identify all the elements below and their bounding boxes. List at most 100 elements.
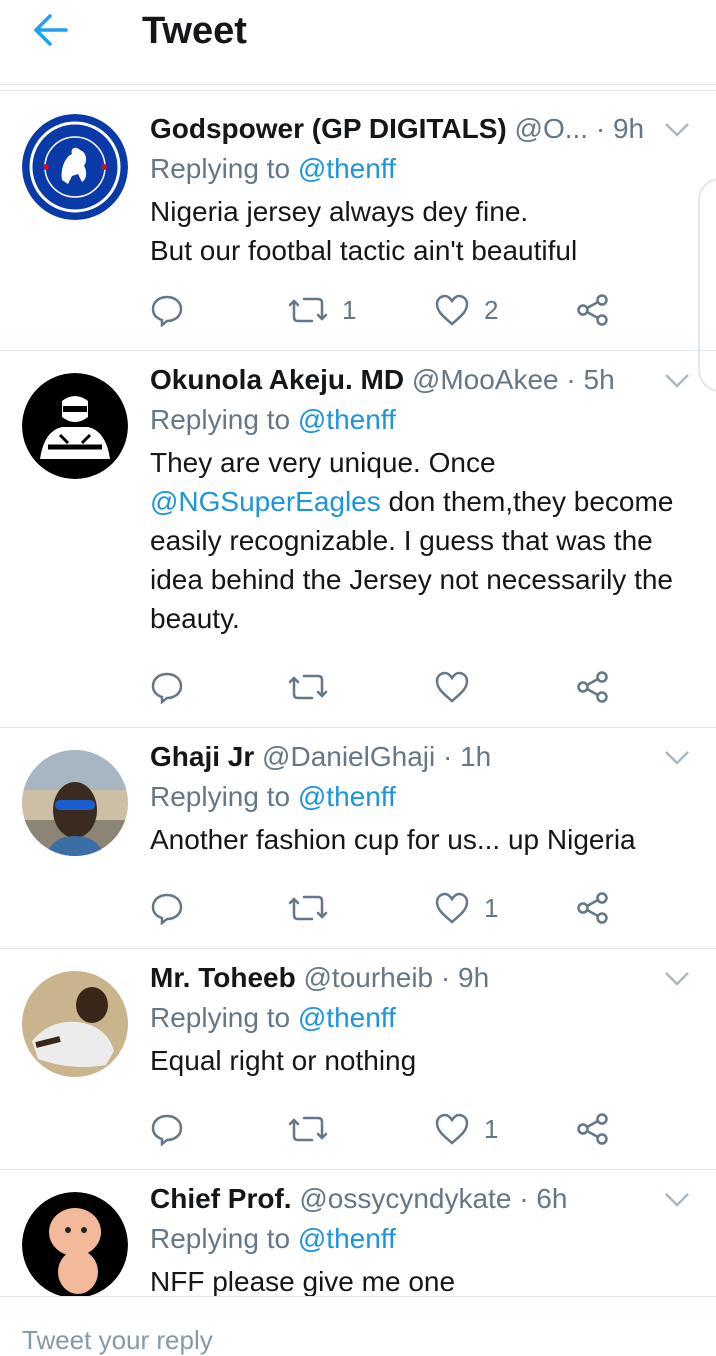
- mention-link[interactable]: @thenff: [298, 404, 396, 435]
- retweet-icon: [288, 1116, 328, 1142]
- reply-icon: [151, 893, 183, 925]
- tweet-header: Ghaji Jr @DanielGhaji · 1h: [150, 740, 676, 774]
- chevron-down-icon[interactable]: [664, 971, 690, 987]
- display-name[interactable]: Godspower (GP DIGITALS): [150, 113, 507, 144]
- tweet-text-line: But our footbal tactic ain't beautiful: [150, 235, 578, 266]
- reply-button[interactable]: [150, 888, 184, 928]
- replying-label: Replying to: [150, 404, 298, 435]
- avatar[interactable]: [22, 114, 128, 220]
- mention-link[interactable]: @thenff: [298, 153, 396, 184]
- mention-link[interactable]: @thenff: [298, 1223, 396, 1254]
- replying-label: Replying to: [150, 1002, 298, 1033]
- share-button[interactable]: [576, 888, 610, 928]
- share-icon: [577, 892, 608, 924]
- replying-label: Replying to: [150, 153, 298, 184]
- chevron-down-icon[interactable]: [664, 750, 690, 766]
- tweet-text: Equal right or nothing: [150, 1045, 417, 1076]
- user-handle[interactable]: @tourheib: [304, 962, 434, 993]
- reply-button[interactable]: [150, 1109, 184, 1149]
- replying-label: Replying to: [150, 781, 298, 812]
- timestamp: · 5h: [566, 364, 615, 395]
- replying-to: Replying to @thenff: [150, 1222, 396, 1256]
- heart-icon: [435, 1113, 469, 1145]
- replying-to: Replying to @thenff: [150, 152, 396, 186]
- heart-icon: [435, 671, 469, 703]
- avatar[interactable]: [22, 971, 128, 1077]
- display-name[interactable]: Mr. Toheeb: [150, 962, 296, 993]
- retweet-icon: [288, 297, 328, 323]
- timestamp: · 6h: [519, 1183, 568, 1214]
- retweet-button[interactable]: [288, 667, 328, 707]
- tweet-text: Nigeria jersey always dey fine. But our …: [150, 192, 700, 270]
- like-button[interactable]: [434, 667, 470, 707]
- tweet-text-line: Nigeria jersey always dey fine.: [150, 196, 529, 227]
- share-icon: [577, 671, 608, 703]
- like-button[interactable]: 2: [434, 290, 498, 330]
- tweet-reply[interactable]: Mr. Toheeb @tourheib · 9h Replying to @t…: [0, 949, 716, 1170]
- like-count: 1: [484, 1113, 499, 1144]
- timestamp: · 9h: [440, 962, 490, 993]
- baby-cartoon-icon: [22, 1192, 128, 1296]
- like-button[interactable]: 1: [434, 1109, 498, 1149]
- retweet-button[interactable]: [288, 1109, 328, 1149]
- timestamp: · 1h: [443, 741, 492, 772]
- retweet-count: 1: [342, 294, 357, 325]
- user-handle[interactable]: @O...: [515, 113, 589, 144]
- share-icon: [577, 294, 608, 326]
- mention-link[interactable]: @thenff: [298, 1002, 396, 1033]
- retweet-button[interactable]: [288, 888, 328, 928]
- reply-input[interactable]: Tweet your reply: [22, 1325, 213, 1356]
- replying-to: Replying to @thenff: [150, 403, 396, 437]
- display-name[interactable]: Chief Prof.: [150, 1183, 292, 1214]
- avatar[interactable]: [22, 1192, 128, 1296]
- profile-photo-icon: [22, 750, 128, 856]
- reply-button[interactable]: [150, 667, 184, 707]
- tweet-reply[interactable]: Okunola Akeju. MD @MooAkee · 5h Replying…: [0, 351, 716, 728]
- tweet-reply[interactable]: Chief Prof. @ossycyndykate · 6h Replying…: [0, 1170, 716, 1296]
- tweet-header: Godspower (GP DIGITALS) @O... · 9h: [150, 112, 676, 146]
- reply-button[interactable]: [150, 290, 184, 330]
- chevron-down-icon[interactable]: [664, 373, 690, 389]
- mention-link[interactable]: @NGSuperEagles: [150, 486, 381, 517]
- like-count: 1: [484, 892, 499, 923]
- reply-compose-bar[interactable]: Tweet your reply: [0, 1296, 716, 1355]
- tweet-actions: 1 2: [150, 290, 620, 330]
- tweet-actions: 1: [150, 1109, 620, 1149]
- tweet-reply[interactable]: Ghaji Jr @DanielGhaji · 1h Replying to @…: [0, 728, 716, 949]
- mention-link[interactable]: @thenff: [298, 781, 396, 812]
- share-button[interactable]: [576, 1109, 610, 1149]
- tweet-header: Chief Prof. @ossycyndykate · 6h: [150, 1182, 676, 1216]
- display-name[interactable]: Okunola Akeju. MD: [150, 364, 404, 395]
- share-button[interactable]: [576, 290, 610, 330]
- tweet-header: Okunola Akeju. MD @MooAkee · 5h: [150, 363, 676, 397]
- avatar[interactable]: [22, 750, 128, 856]
- profile-photo-icon: [22, 971, 128, 1077]
- user-handle[interactable]: @ossycyndykate: [299, 1183, 511, 1214]
- top-bar: Tweet: [0, 0, 716, 85]
- tweet-header: Mr. Toheeb @tourheib · 9h: [150, 961, 676, 995]
- tweet-text: Another fashion cup for us... up Nigeria: [150, 824, 636, 855]
- tweet-actions: 1: [150, 888, 620, 928]
- share-icon: [577, 1113, 608, 1145]
- like-button[interactable]: 1: [434, 888, 498, 928]
- timestamp: · 9h: [595, 113, 645, 144]
- retweet-button[interactable]: 1: [288, 290, 356, 330]
- back-arrow-icon[interactable]: [30, 12, 78, 52]
- user-handle[interactable]: @MooAkee: [412, 364, 559, 395]
- tweet-actions: [150, 667, 620, 707]
- chelsea-crest-icon: [22, 114, 128, 220]
- replying-to: Replying to @thenff: [150, 1001, 396, 1035]
- page-title: Tweet: [142, 10, 247, 52]
- share-button[interactable]: [576, 667, 610, 707]
- tweet-text-part: They are very unique. Once: [150, 447, 496, 478]
- chevron-down-icon[interactable]: [664, 1192, 690, 1208]
- replying-label: Replying to: [150, 1223, 298, 1254]
- display-name[interactable]: Ghaji Jr: [150, 741, 254, 772]
- replying-to: Replying to @thenff: [150, 780, 396, 814]
- user-handle[interactable]: @DanielGhaji: [262, 741, 435, 772]
- athlete-cartoon-icon: [22, 373, 128, 479]
- avatar[interactable]: [22, 373, 128, 479]
- divider: [0, 90, 716, 91]
- chevron-down-icon[interactable]: [664, 122, 690, 138]
- tweet-reply[interactable]: Godspower (GP DIGITALS) @O... · 9h Reply…: [0, 100, 716, 351]
